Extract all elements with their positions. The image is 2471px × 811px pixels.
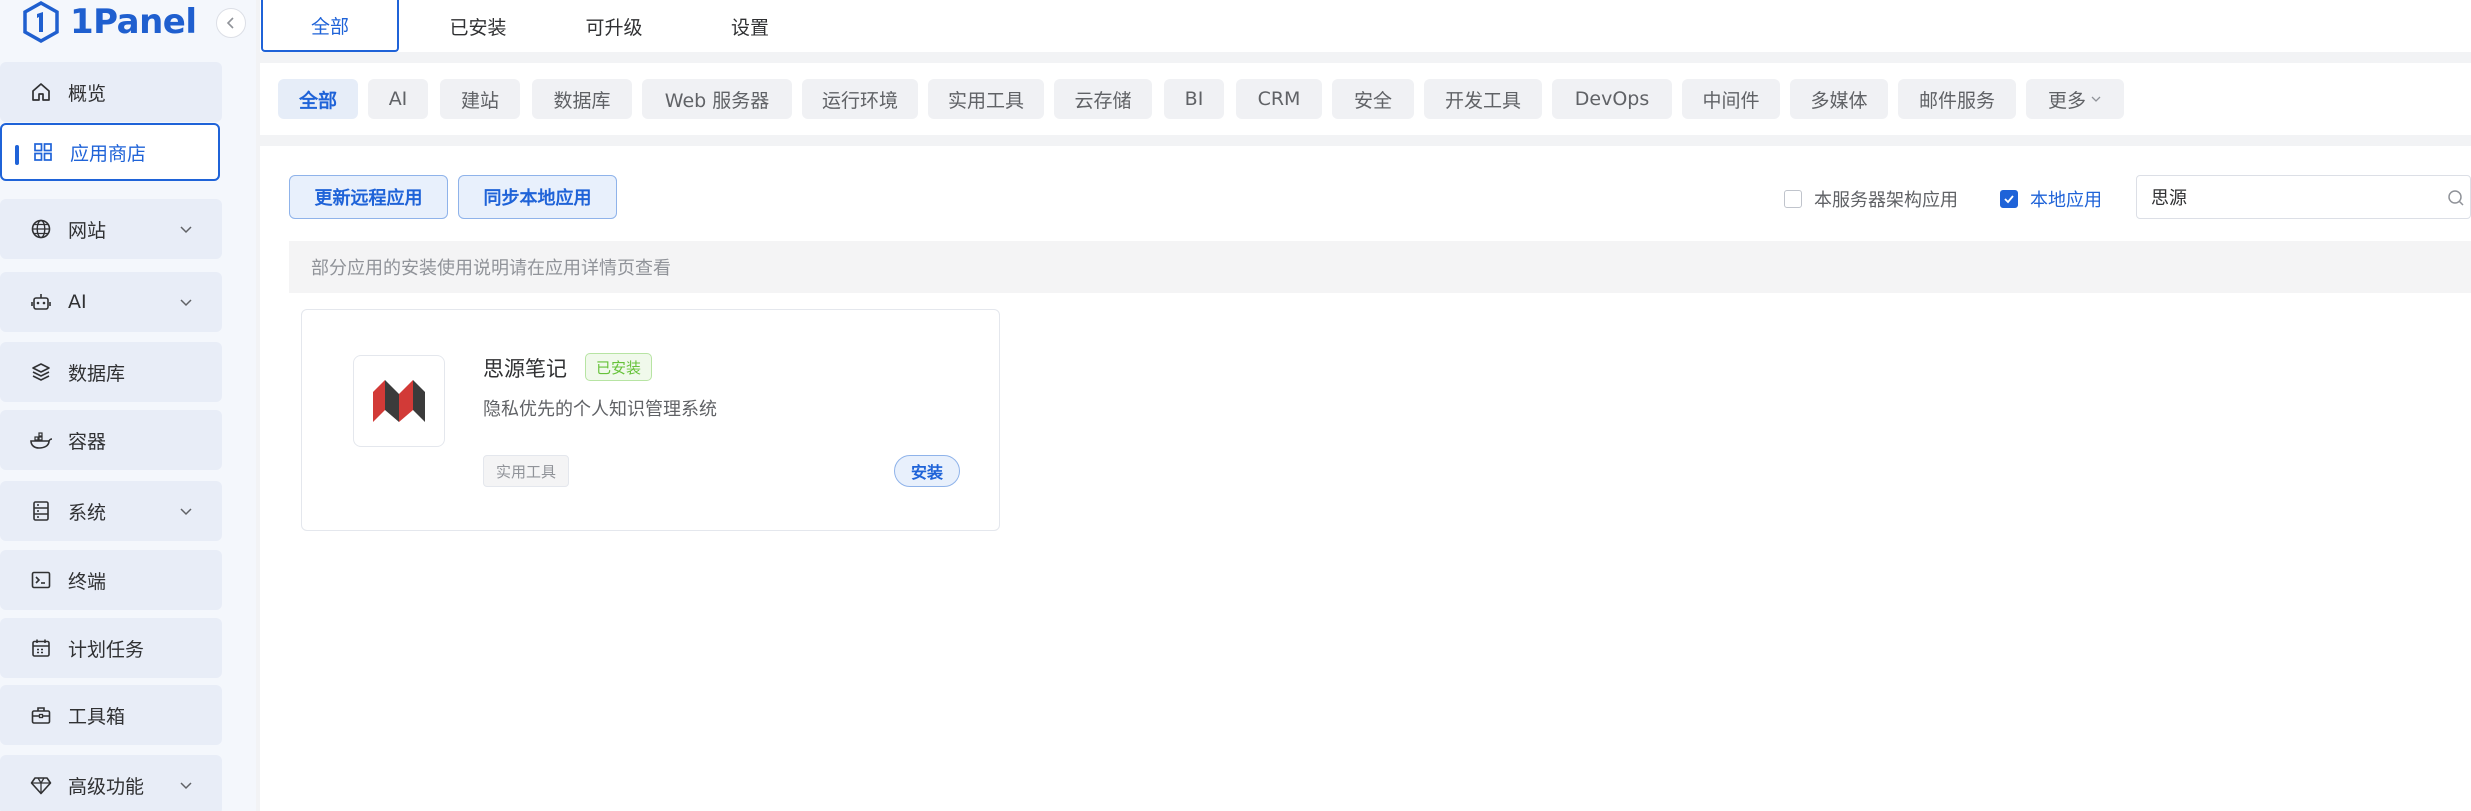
- category-multimedia[interactable]: 多媒体: [1790, 79, 1888, 119]
- checkbox-box: [2000, 190, 2018, 208]
- sidebar-item-label: 高级功能: [68, 775, 145, 798]
- diamond-icon: [28, 772, 54, 798]
- search-input[interactable]: 思源: [2136, 175, 2471, 219]
- category-all[interactable]: 全部: [278, 79, 358, 119]
- category-more-label: 更多: [2047, 89, 2086, 112]
- toolbox-icon: [28, 702, 54, 728]
- logo-text: 1Panel: [70, 2, 197, 42]
- category-dev-tools[interactable]: 开发工具: [1424, 79, 1542, 119]
- app-description: 隐私优先的个人知识管理系统: [483, 399, 717, 420]
- globe-icon: [28, 216, 54, 242]
- sidebar-item-label: 工具箱: [68, 705, 126, 728]
- category-security[interactable]: 安全: [1332, 79, 1414, 119]
- chevron-down-icon: [2091, 96, 2101, 102]
- sidebar-item-ai[interactable]: AI: [0, 272, 222, 332]
- sidebar-item-label: 终端: [68, 570, 107, 593]
- chevron-down-icon: [180, 299, 192, 307]
- layers-icon: [28, 359, 54, 385]
- category-database[interactable]: 数据库: [532, 79, 632, 119]
- app-category-tag: 实用工具: [483, 455, 570, 487]
- app-store-tabs: 全部 已安装 可升级 设置: [260, 0, 2471, 52]
- local-apps-label: 本地应用: [2030, 190, 2102, 211]
- sidebar-item-label: AI: [68, 291, 87, 313]
- sidebar-item-advanced[interactable]: 高级功能: [0, 755, 222, 811]
- arch-filter-label: 本服务器架构应用: [1814, 190, 1958, 211]
- tab-settings[interactable]: 设置: [682, 0, 818, 52]
- siyuan-logo-icon: [373, 380, 425, 422]
- chevron-left-icon: [226, 17, 234, 29]
- arch-filter-checkbox[interactable]: 本服务器架构应用: [1784, 186, 1958, 212]
- calendar-icon: [28, 635, 54, 661]
- category-website[interactable]: 建站: [440, 79, 520, 119]
- sidebar-item-cron-jobs[interactable]: 计划任务: [0, 618, 222, 678]
- logo-hexagon-icon: [23, 1, 59, 43]
- category-runtime[interactable]: 运行环境: [802, 79, 918, 119]
- sidebar-item-label: 系统: [68, 501, 107, 524]
- chevron-down-icon: [180, 782, 192, 790]
- sidebar-item-label: 容器: [68, 430, 107, 453]
- info-notice: 部分应用的安装使用说明请在应用详情页查看: [289, 241, 2471, 293]
- local-apps-checkbox[interactable]: 本地应用: [2000, 186, 2102, 212]
- home-icon: [28, 79, 54, 105]
- install-button[interactable]: 安装: [894, 455, 960, 487]
- category-utilities[interactable]: 实用工具: [928, 79, 1044, 119]
- category-filter-bar: 全部 AI 建站 数据库 Web 服务器 运行环境 实用工具 云存储 BI CR…: [260, 63, 2471, 135]
- category-bi[interactable]: BI: [1164, 79, 1224, 119]
- tab-all[interactable]: 全部: [261, 0, 399, 52]
- sidebar-item-system[interactable]: 系统: [0, 481, 222, 541]
- update-remote-apps-button[interactable]: 更新远程应用: [289, 175, 448, 219]
- installed-status-badge: 已安装: [585, 353, 653, 381]
- category-cloud-storage[interactable]: 云存储: [1054, 79, 1152, 119]
- active-indicator: [15, 145, 19, 165]
- sidebar-item-terminal[interactable]: 终端: [0, 550, 222, 610]
- sidebar-item-label: 网站: [68, 219, 107, 242]
- search-value: 思源: [2151, 188, 2187, 209]
- docker-whale-icon: [28, 427, 54, 453]
- sidebar: 1Panel 概览 应用商店 网站 AI 数据库 容器 系统 终端 计划任务 工…: [0, 0, 256, 811]
- sidebar-item-label: 应用商店: [70, 142, 147, 165]
- robot-icon: [28, 289, 54, 315]
- sidebar-item-app-store[interactable]: 应用商店: [0, 123, 220, 181]
- tab-installed[interactable]: 已安装: [410, 0, 546, 52]
- search-icon[interactable]: [2446, 188, 2466, 208]
- checkbox-box: [1784, 190, 1802, 208]
- chevron-down-icon: [180, 226, 192, 234]
- main-area: 全部 已安装 可升级 设置 全部 AI 建站 数据库 Web 服务器 运行环境 …: [260, 0, 2471, 811]
- sidebar-item-label: 概览: [68, 82, 107, 105]
- category-mail[interactable]: 邮件服务: [1898, 79, 2016, 119]
- sidebar-item-overview[interactable]: 概览: [0, 62, 222, 122]
- sidebar-item-websites[interactable]: 网站: [0, 199, 222, 259]
- collapse-sidebar-button[interactable]: [216, 8, 246, 38]
- sidebar-item-label: 数据库: [68, 362, 126, 385]
- checkmark-icon: [2004, 195, 2014, 204]
- logo[interactable]: 1Panel: [22, 0, 197, 44]
- chevron-down-icon: [180, 508, 192, 516]
- category-web-server[interactable]: Web 服务器: [642, 79, 792, 119]
- category-more-dropdown[interactable]: 更多: [2026, 79, 2124, 119]
- terminal-icon: [28, 567, 54, 593]
- category-middleware[interactable]: 中间件: [1682, 79, 1780, 119]
- category-crm[interactable]: CRM: [1236, 79, 1322, 119]
- app-logo: [353, 355, 445, 447]
- server-icon: [28, 498, 54, 524]
- sync-local-apps-button[interactable]: 同步本地应用: [458, 175, 617, 219]
- category-devops[interactable]: DevOps: [1552, 79, 1672, 119]
- app-list-panel: 更新远程应用 同步本地应用 本服务器架构应用 本地应用 思源 部分应用的安装使用…: [260, 146, 2471, 811]
- app-name[interactable]: 思源笔记: [483, 353, 567, 383]
- app-card[interactable]: 思源笔记 已安装 隐私优先的个人知识管理系统 实用工具 安装: [301, 309, 1000, 531]
- apps-grid-icon: [30, 139, 56, 165]
- sidebar-item-toolbox[interactable]: 工具箱: [0, 685, 222, 745]
- category-ai[interactable]: AI: [368, 79, 428, 119]
- sidebar-item-label: 计划任务: [68, 638, 145, 661]
- sidebar-item-databases[interactable]: 数据库: [0, 342, 222, 402]
- sidebar-item-containers[interactable]: 容器: [0, 410, 222, 470]
- tab-upgradable[interactable]: 可升级: [546, 0, 682, 52]
